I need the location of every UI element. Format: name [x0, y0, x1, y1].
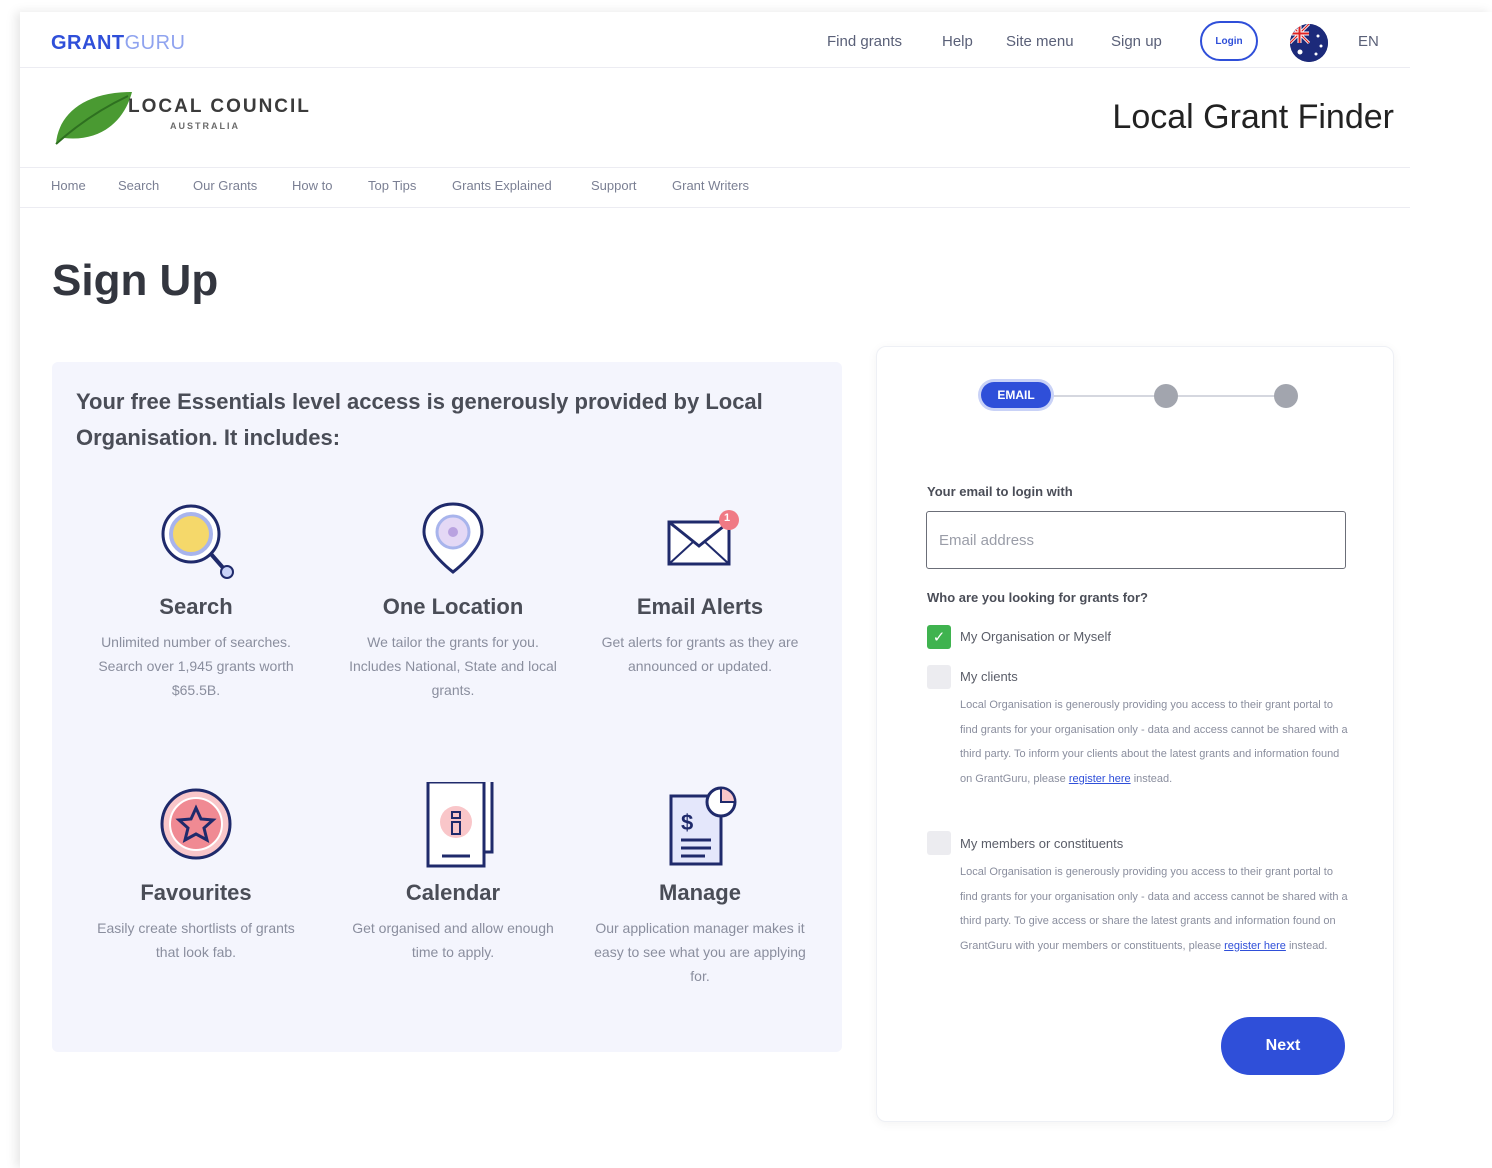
feature-description: Get organised and allow enough time to a… [352, 920, 554, 960]
nav-site-menu[interactable]: Site menu [1006, 33, 1074, 50]
benefits-heading: Your free Essentials level access is gen… [76, 389, 763, 450]
australia-flag-icon[interactable] [1290, 24, 1328, 62]
subnav-support[interactable]: Support [591, 178, 637, 193]
feature-title: Search [159, 594, 233, 619]
step-2-dot [1154, 384, 1178, 408]
language-selector[interactable]: EN [1358, 33, 1379, 50]
nav-help[interactable]: Help [942, 33, 973, 50]
grantguru-logo[interactable]: GRANTGURU [51, 32, 186, 55]
feature-email-alerts: 1 Email Alerts Get alerts for grants as … [590, 496, 810, 678]
benefits-panel: Your free Essentials level access is gen… [52, 362, 842, 1052]
feature-favourites: Favourites Easily create shortlists of g… [86, 782, 306, 964]
feature-description: Our application manager makes it easy to… [594, 920, 806, 984]
page-title: Sign Up [52, 256, 219, 305]
subnav-grant-writers[interactable]: Grant Writers [672, 178, 749, 193]
manage-document-icon: $ [655, 782, 745, 872]
clients-desc-tail: instead. [1133, 772, 1173, 785]
option-organisation-label: My Organisation or Myself [960, 629, 1111, 644]
feature-title: Favourites [140, 880, 252, 905]
council-navigation: Home Search Our Grants How to Top Tips G… [20, 168, 1410, 208]
feature-one-location: One Location We tailor the grants for yo… [343, 496, 563, 702]
location-pin-icon [408, 496, 498, 586]
members-register-link[interactable]: register here [1224, 940, 1286, 952]
grant-finder-title: Local Grant Finder [1112, 98, 1394, 136]
who-label: Who are you looking for grants for? [927, 590, 1148, 605]
feature-description: We tailor the grants for you. Includes N… [349, 634, 557, 698]
council-name: LOCAL COUNCIL [128, 96, 311, 117]
search-icon [151, 496, 241, 586]
top-navigation-bar: GRANTGURU Find grants Help Site menu Sig… [20, 0, 1410, 68]
council-subtitle: AUSTRALIA [170, 121, 240, 131]
leaf-logo-icon [55, 92, 132, 145]
calendar-icon [408, 772, 498, 872]
brand-part-b: GURU [124, 32, 186, 54]
members-desc-tail: instead. [1288, 939, 1328, 952]
email-label: Your email to login with [927, 484, 1073, 499]
brand-part-a: GRANT [51, 32, 125, 54]
envelope-icon: 1 [655, 496, 745, 586]
login-button[interactable]: Login [1200, 21, 1258, 61]
feature-title: Manage [659, 880, 741, 905]
subnav-search[interactable]: Search [118, 178, 159, 193]
alert-count-badge: 1 [724, 512, 731, 524]
nav-sign-up[interactable]: Sign up [1111, 33, 1162, 50]
step-email-active: EMAIL [981, 382, 1051, 408]
feature-title: One Location [382, 594, 524, 619]
stepper-track [1017, 395, 1287, 397]
star-badge-icon [151, 782, 241, 872]
svg-text:$: $ [681, 810, 693, 835]
option-clients-description: Local Organisation is generously providi… [960, 693, 1350, 791]
feature-manage: $ Manage Our application manager makes i… [590, 782, 810, 988]
option-members-label: My members or constituents [960, 836, 1124, 851]
subnav-home[interactable]: Home [51, 178, 86, 193]
clients-register-link[interactable]: register here [1069, 773, 1131, 785]
signup-form-card: EMAIL Your email to login with Who are y… [876, 346, 1394, 1122]
feature-search: Search Unlimited number of searches. Sea… [86, 496, 306, 702]
nav-find-grants[interactable]: Find grants [827, 33, 902, 50]
email-input[interactable] [926, 511, 1346, 569]
subnav-our-grants[interactable]: Our Grants [193, 178, 257, 193]
subnav-how-to[interactable]: How to [292, 178, 332, 193]
council-header: LOCAL COUNCIL AUSTRALIA Local Grant Find… [20, 70, 1410, 168]
feature-description: Get alerts for grants as they are announ… [601, 634, 799, 674]
checkbox-members[interactable] [927, 831, 951, 855]
checkbox-clients[interactable] [927, 665, 951, 689]
next-button[interactable]: Next [1221, 1017, 1345, 1075]
feature-description: Unlimited number of searches. Search ove… [98, 634, 294, 698]
step-3-dot [1274, 384, 1298, 408]
feature-title: Email Alerts [636, 594, 764, 619]
feature-calendar: Calendar Get organised and allow enough … [343, 772, 563, 964]
option-members-description: Local Organisation is generously providi… [960, 860, 1350, 958]
option-clients-label: My clients [960, 669, 1018, 684]
feature-title: Calendar [405, 880, 501, 905]
subnav-grants-explained[interactable]: Grants Explained [452, 178, 552, 193]
checkbox-organisation[interactable]: ✓ [927, 625, 951, 649]
feature-description: Easily create shortlists of grants that … [97, 920, 295, 960]
subnav-top-tips[interactable]: Top Tips [368, 178, 416, 193]
